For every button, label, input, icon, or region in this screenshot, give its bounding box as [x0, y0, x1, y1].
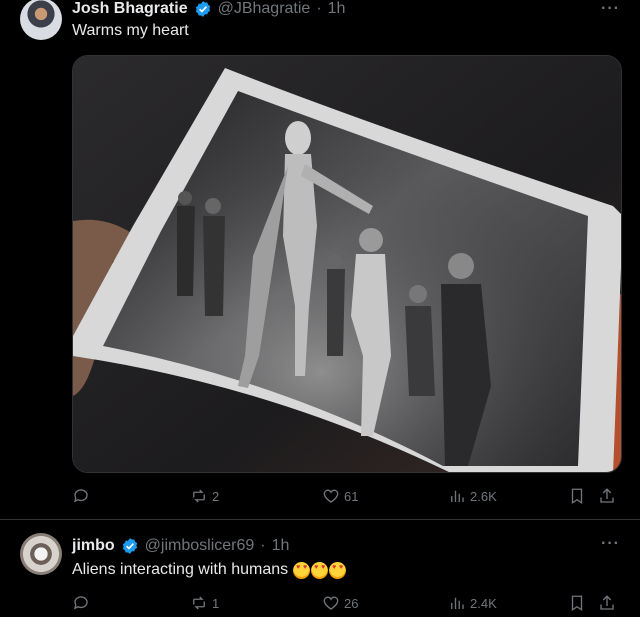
share-icon — [600, 595, 614, 610]
avatar[interactable] — [20, 533, 62, 575]
tweet-photo[interactable] — [72, 55, 622, 473]
bookmark-button[interactable] — [568, 591, 586, 615]
reply-icon — [73, 489, 88, 503]
separator-dot: · — [316, 0, 322, 17]
separator-dot: · — [260, 537, 266, 554]
like-button[interactable]: 61 — [322, 484, 358, 508]
retweet-count: 1 — [212, 595, 220, 611]
views-button[interactable]: 2.4K — [448, 591, 497, 615]
timestamp[interactable]: 1h — [272, 537, 290, 555]
like-button[interactable]: 26 — [322, 591, 358, 615]
bookmark-icon — [571, 488, 583, 505]
verified-badge-icon — [122, 538, 137, 554]
heart-icon — [323, 596, 339, 610]
action-bar: 2 61 2.6K — [72, 484, 624, 508]
bookmark-button[interactable] — [568, 484, 586, 508]
emoji-group — [292, 561, 347, 579]
like-count: 26 — [344, 595, 359, 611]
avatar[interactable] — [20, 0, 62, 40]
timestamp[interactable]: 1h — [328, 0, 346, 18]
views-icon — [451, 597, 464, 609]
tweet[interactable]: Josh Bhagratie @JBhagratie · 1h ··· Warm… — [0, 0, 640, 520]
retweet-icon — [193, 489, 205, 503]
views-icon — [451, 490, 464, 502]
heart-eyes-emoji-icon — [293, 561, 311, 579]
more-options-icon[interactable]: ··· — [601, 0, 620, 18]
retweet-button[interactable]: 1 — [190, 591, 219, 615]
retweet-icon — [193, 596, 205, 610]
share-icon — [600, 488, 614, 503]
views-count: 2.4K — [470, 595, 497, 611]
retweet-count: 2 — [212, 488, 220, 504]
display-name[interactable]: jimbo — [72, 537, 115, 555]
photo-content — [73, 56, 621, 472]
heart-icon — [323, 489, 339, 503]
tweet-header: Josh Bhagratie @JBhagratie · 1h — [72, 0, 345, 18]
share-button[interactable] — [598, 591, 616, 615]
verified-badge-icon — [195, 1, 210, 17]
more-options-icon[interactable]: ··· — [601, 535, 620, 553]
heart-eyes-emoji-icon — [329, 561, 347, 579]
tweet[interactable]: jimbo @jimboslicer69 · 1h ··· Aliens int… — [0, 521, 640, 617]
action-bar: 1 26 2.4K — [72, 591, 624, 615]
tweet-text: Aliens interacting with humans — [72, 561, 289, 578]
tweet-text: Warms my heart — [72, 22, 189, 39]
reply-button[interactable] — [72, 484, 94, 508]
views-count: 2.6K — [470, 488, 497, 504]
share-button[interactable] — [598, 484, 616, 508]
user-handle[interactable]: @jimboslicer69 — [145, 537, 255, 555]
tweet-header: jimbo @jimboslicer69 · 1h — [72, 537, 289, 555]
display-name[interactable]: Josh Bhagratie — [72, 0, 188, 18]
reply-button[interactable] — [72, 591, 94, 615]
like-count: 61 — [344, 488, 359, 504]
tweet-text-row: Aliens interacting with humans — [72, 561, 347, 579]
retweet-button[interactable]: 2 — [190, 484, 219, 508]
heart-eyes-emoji-icon — [311, 561, 329, 579]
views-button[interactable]: 2.6K — [448, 484, 497, 508]
bookmark-icon — [571, 595, 583, 612]
user-handle[interactable]: @JBhagratie — [218, 0, 311, 18]
reply-icon — [73, 596, 88, 610]
